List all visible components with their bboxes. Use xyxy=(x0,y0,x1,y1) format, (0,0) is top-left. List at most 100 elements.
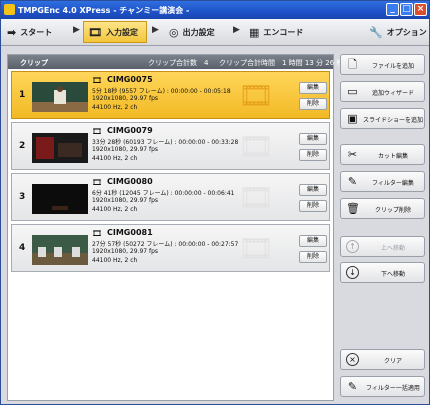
tab-encode[interactable]: ▦ エンコード xyxy=(245,21,315,43)
title-bar: TMPGEnc 4.0 XPress - チャンミー講演会 - _ □ × xyxy=(1,1,429,19)
clip-name: CIMG0079 xyxy=(107,126,153,135)
clip-name: CIMG0080 xyxy=(107,177,153,186)
video-clip-icon: 🎞 xyxy=(238,232,274,265)
move-up-button[interactable]: ↑ 上へ移動 xyxy=(340,236,425,257)
filter-apply-all-button[interactable]: ✎ フィルター一括適用 xyxy=(340,376,425,397)
filter-apply-all-label: フィルター一括適用 xyxy=(366,385,420,392)
move-down-label: 下へ移動 xyxy=(380,271,405,278)
filter-edit-label: フィルター編集 xyxy=(372,180,414,187)
options-button[interactable]: 🔧 オプション xyxy=(365,21,427,43)
clip-name: CIMG0075 xyxy=(107,75,153,84)
move-up-label: 上へ移動 xyxy=(380,245,405,252)
add-slideshow-label: スライドショーを追加 xyxy=(363,117,424,124)
window-title: TMPGEnc 4.0 XPress - チャンミー講演会 - xyxy=(18,6,190,15)
minimize-button[interactable]: _ xyxy=(386,3,399,16)
film-icon: ▦ xyxy=(249,25,260,39)
clip-row[interactable]: 2 🎞 CIMG0079 33分 28秒 (60193 フレーム) : 00:0… xyxy=(11,122,330,170)
add-wizard-button[interactable]: ▭ 追加ウィザード xyxy=(340,81,425,102)
clip-delete-button[interactable]: 削除 xyxy=(299,149,327,161)
clip-name: CIMG0081 xyxy=(107,228,153,237)
clip-delete-button[interactable]: 🗑 クリップ削除 xyxy=(340,198,425,219)
tab-input-settings[interactable]: 🎞 入力設定 xyxy=(83,21,147,43)
clip-list-panel: クリップ クリップ合計数 4 クリップ合計時間 1 時間 13 分 26 秒 1… xyxy=(7,54,343,401)
cut-edit-button[interactable]: ✂ カット編集 xyxy=(340,144,425,165)
clip-edit-button[interactable]: 編集 xyxy=(299,82,327,94)
clip-number: 2 xyxy=(19,141,26,151)
clip-resolution: 1920x1080, 29.97 fps xyxy=(92,95,159,102)
filter-edit-button[interactable]: ✎ フィルター編集 xyxy=(340,171,425,192)
pencil-icon: ✎ xyxy=(347,175,358,188)
video-clip-icon: 🎞 xyxy=(238,130,274,163)
step-arrow-icon: ▶ xyxy=(152,25,159,35)
clip-list-title: クリップ xyxy=(20,59,48,67)
clip-edit-button[interactable]: 編集 xyxy=(299,133,327,145)
clip-count: クリップ合計数 4 xyxy=(148,59,209,67)
file-icon: 🗋 xyxy=(348,58,357,71)
clip-row[interactable]: 4 🎞 CIMG0081 27分 57秒 (50272 フレーム) : 00:0… xyxy=(11,224,330,272)
window-icon: ▭ xyxy=(347,85,358,98)
arrow-right-icon: ➡ xyxy=(7,25,17,39)
slideshow-icon: ▣ xyxy=(347,112,358,125)
step-arrow-icon: ▶ xyxy=(73,25,80,35)
clip-delete-button[interactable]: 削除 xyxy=(299,200,327,212)
clip-thumbnail xyxy=(32,184,88,214)
clip-audio: 44100 Hz, 2 ch xyxy=(92,104,138,111)
clip-thumbnail xyxy=(32,235,88,265)
clip-row[interactable]: 3 🎞 CIMG0080 6分 41秒 (12045 フレーム) : 00:00… xyxy=(11,173,330,221)
add-file-button[interactable]: 🗋 ファイルを追加 xyxy=(340,54,425,75)
clip-delete-button[interactable]: 削除 xyxy=(299,251,327,263)
tab-start-label: スタート xyxy=(20,27,53,37)
tab-input-label: 入力設定 xyxy=(105,27,138,37)
reel-icon: ◎ xyxy=(169,25,179,39)
video-clip-icon: 🎞 xyxy=(238,79,274,112)
film-icon: 🎞 xyxy=(92,76,103,85)
clip-duration: 6分 41秒 (12045 フレーム) : 00:00:00 - 00:06:4… xyxy=(92,190,235,197)
video-clip-icon: 🎞 xyxy=(238,181,274,214)
film-icon: 🎞 xyxy=(92,178,103,187)
clip-duration: 33分 28秒 (60193 フレーム) : 00:00:00 - 00:33:… xyxy=(92,139,239,146)
cut-edit-label: カット編集 xyxy=(377,153,408,160)
clear-x-icon: × xyxy=(346,353,359,366)
clip-resolution: 1920x1080, 29.97 fps xyxy=(92,197,159,204)
clip-delete-button[interactable]: 削除 xyxy=(299,98,327,110)
tab-output-label: 出力設定 xyxy=(182,27,215,37)
clip-audio: 44100 Hz, 2 ch xyxy=(92,155,138,162)
clip-audio: 44100 Hz, 2 ch xyxy=(92,257,138,264)
step-arrow-icon: ▶ xyxy=(233,25,240,35)
clip-thumbnail xyxy=(32,82,88,112)
app-window: TMPGEnc 4.0 XPress - チャンミー講演会 - _ □ × ➡ … xyxy=(0,0,430,405)
film-icon: 🎞 xyxy=(92,229,103,238)
film-reel-icon: 🎞 xyxy=(88,25,102,39)
options-label: オプション xyxy=(386,27,427,37)
clip-resolution: 1920x1080, 29.97 fps xyxy=(92,146,159,153)
maximize-button[interactable]: □ xyxy=(400,3,413,16)
clear-button[interactable]: × クリア xyxy=(340,349,425,370)
clip-number: 4 xyxy=(19,243,26,253)
add-slideshow-button[interactable]: ▣ スライドショーを追加 xyxy=(340,108,425,129)
clip-delete-label: クリップ削除 xyxy=(374,207,411,214)
tab-output-settings[interactable]: ◎ 出力設定 xyxy=(165,21,231,43)
clip-number: 3 xyxy=(19,192,26,202)
clip-duration: 5分 18秒 (9557 フレーム) : 00:00:00 - 00:05:18 xyxy=(92,88,231,95)
clip-thumbnail xyxy=(32,133,88,163)
tab-start[interactable]: ➡ スタート xyxy=(3,21,69,43)
clip-duration: 27分 57秒 (50272 フレーム) : 00:00:00 - 00:27:… xyxy=(92,241,239,248)
move-down-button[interactable]: ↓ 下へ移動 xyxy=(340,262,425,283)
clip-edit-button[interactable]: 編集 xyxy=(299,235,327,247)
clip-row[interactable]: 1 🎞 CIMG0075 5分 18秒 (9557 フレーム) : 00:00:… xyxy=(11,71,330,119)
pencil-icon: ✎ xyxy=(347,380,358,393)
clear-label: クリア xyxy=(383,358,402,365)
clip-total-time: クリップ合計時間 1 時間 13 分 26 秒 xyxy=(219,59,344,67)
film-icon: 🎞 xyxy=(92,127,103,136)
clip-edit-button[interactable]: 編集 xyxy=(299,184,327,196)
trash-icon: 🗑 xyxy=(346,202,360,215)
add-file-label: ファイルを追加 xyxy=(371,63,414,70)
close-button[interactable]: × xyxy=(414,3,427,16)
clip-audio: 44100 Hz, 2 ch xyxy=(92,206,138,213)
arrow-down-icon: ↓ xyxy=(346,266,359,279)
arrow-up-icon: ↑ xyxy=(346,240,359,253)
tab-encode-label: エンコード xyxy=(263,27,304,37)
clip-list-header: クリップ クリップ合計数 4 クリップ合計時間 1 時間 13 分 26 秒 xyxy=(8,55,343,69)
scissors-icon: ✂ xyxy=(347,148,358,161)
wrench-icon: 🔧 xyxy=(369,25,383,39)
